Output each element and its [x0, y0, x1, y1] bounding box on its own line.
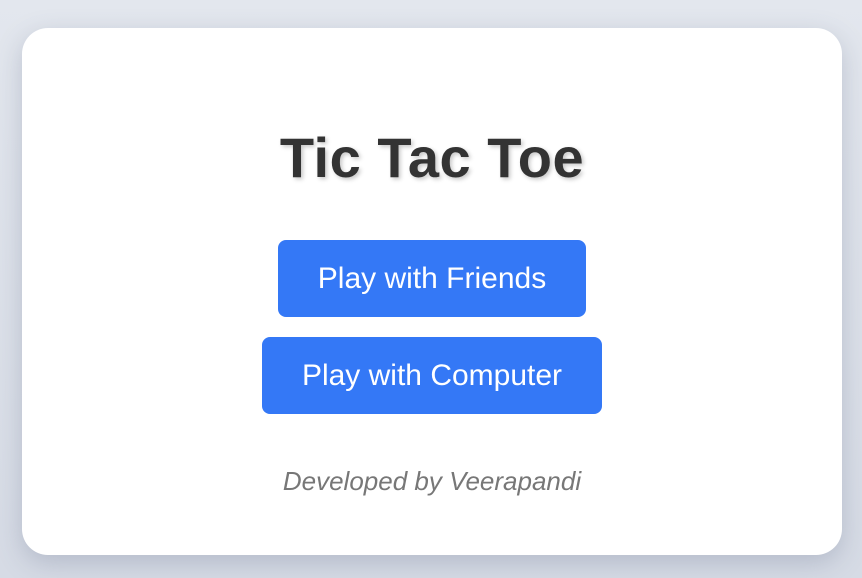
page-title: Tic Tac Toe: [279, 126, 585, 189]
menu-card: Tic Tac Toe Play with Friends Play with …: [22, 28, 842, 555]
developer-credit: Developed by Veerapandi: [282, 466, 582, 496]
play-with-friends-button[interactable]: Play with Friends: [277, 240, 587, 317]
play-with-computer-button[interactable]: Play with Computer: [261, 337, 603, 414]
